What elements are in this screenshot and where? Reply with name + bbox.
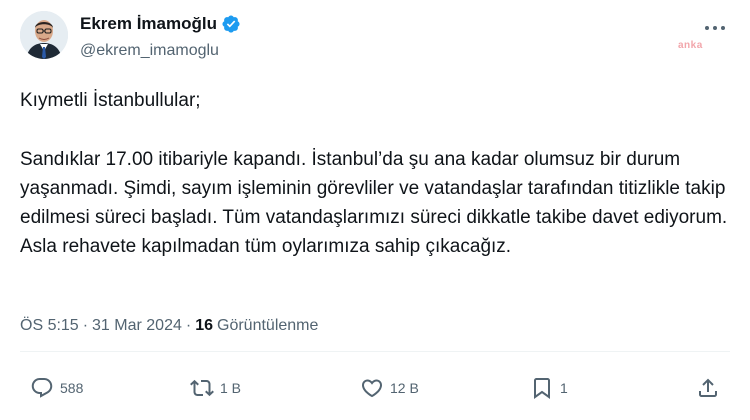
heart-icon bbox=[361, 379, 383, 398]
views-count: 16 bbox=[195, 317, 213, 334]
tweet-meta: ÖS 5:15 · 31 Mar 2024 · 16 Görüntülenme bbox=[20, 317, 318, 335]
views-label: Görüntülenme bbox=[217, 317, 319, 334]
tweet-paragraph: Sandıklar 17.00 itibariyle kapandı. İsta… bbox=[20, 149, 728, 257]
avatar-image bbox=[20, 11, 68, 59]
meta-separator: · bbox=[82, 317, 89, 334]
bookmark-icon bbox=[534, 378, 550, 399]
meta-separator: · bbox=[185, 317, 192, 334]
retweet-icon bbox=[190, 379, 214, 397]
more-horizontal-icon bbox=[705, 26, 725, 30]
verified-badge-icon[interactable] bbox=[221, 14, 241, 34]
reply-icon bbox=[31, 378, 53, 398]
action-bar: 588 1 B 12 B 1 bbox=[20, 368, 732, 408]
tweet-card: Ekrem İmamoğlu @ekrem_imamoglu anka Kıym… bbox=[0, 0, 750, 420]
share-button[interactable] bbox=[696, 368, 720, 408]
avatar[interactable] bbox=[20, 11, 68, 59]
like-button[interactable]: 12 B bbox=[360, 368, 419, 408]
reply-count: 588 bbox=[60, 380, 84, 396]
retweet-count: 1 B bbox=[220, 380, 242, 396]
bookmark-count: 1 bbox=[560, 380, 568, 396]
reply-button[interactable]: 588 bbox=[30, 368, 83, 408]
author-name-row: Ekrem İmamoğlu bbox=[80, 14, 241, 34]
author-handle[interactable]: @ekrem_imamoglu bbox=[80, 42, 219, 60]
watermark-text: anka bbox=[678, 40, 703, 51]
like-count: 12 B bbox=[390, 380, 419, 396]
bookmark-button[interactable]: 1 bbox=[530, 368, 568, 408]
tweet-time[interactable]: ÖS 5:15 bbox=[20, 317, 79, 335]
share-icon bbox=[699, 378, 717, 397]
retweet-button[interactable]: 1 B bbox=[190, 368, 241, 408]
divider bbox=[20, 351, 730, 352]
tweet-date[interactable]: 31 Mar 2024 bbox=[92, 317, 182, 335]
more-options-button[interactable] bbox=[702, 18, 728, 38]
display-name[interactable]: Ekrem İmamoğlu bbox=[80, 14, 217, 34]
tweet-paragraph: Kıymetli İstanbullular; bbox=[20, 90, 201, 111]
